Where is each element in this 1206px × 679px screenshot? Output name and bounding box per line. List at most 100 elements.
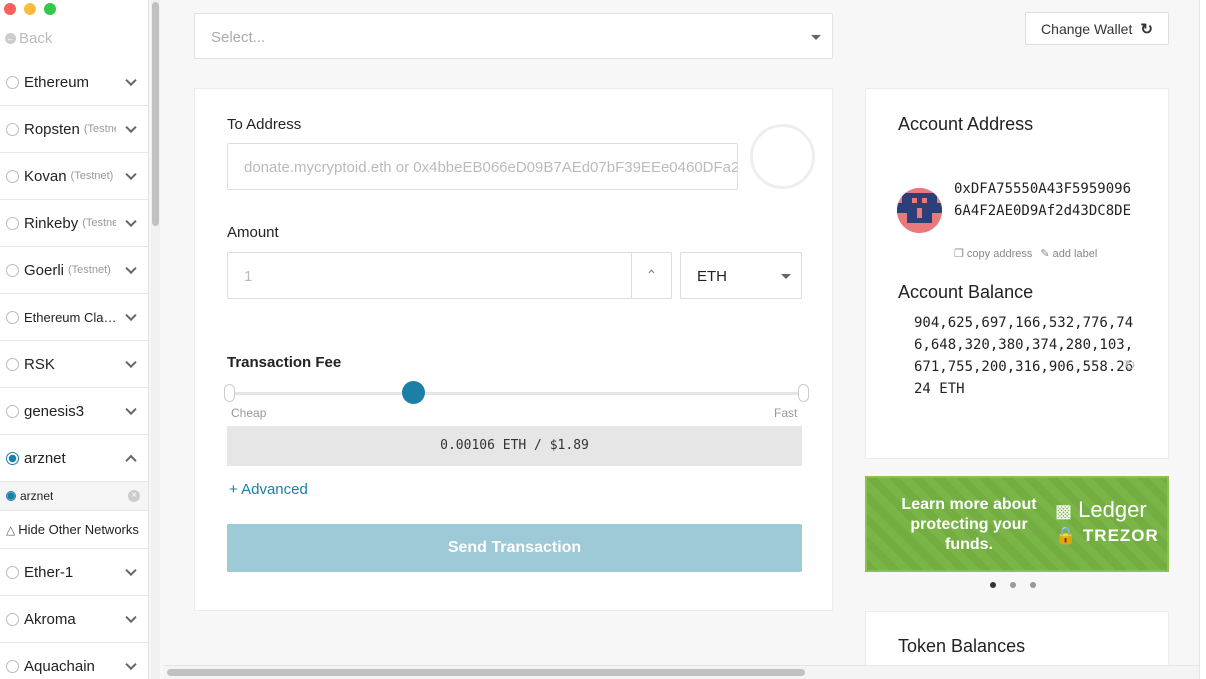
network-item-goerli[interactable]: Goerli (Testnet) [0, 247, 148, 294]
account-identicon [897, 188, 942, 233]
lock-icon: 🔒 [1055, 526, 1078, 545]
amount-placeholder: 1 [244, 268, 253, 285]
fee-slider-min-handle [224, 384, 235, 402]
network-item-rinkeby[interactable]: Rinkeby (Testnet) [0, 200, 148, 247]
network-item-ropsten[interactable]: Ropsten (Testnet) [0, 106, 148, 153]
network-radio[interactable] [6, 612, 19, 626]
chevron-down-icon[interactable] [125, 215, 137, 228]
minimize-window-button[interactable] [24, 3, 36, 15]
chevron-up-icon[interactable] [125, 454, 137, 467]
scrollbar-thumb[interactable] [152, 2, 159, 226]
send-transaction-button[interactable]: Send Transaction [227, 524, 802, 572]
refresh-balance-icon[interactable]: ↻ [1124, 357, 1136, 374]
network-radio[interactable] [6, 263, 19, 277]
network-radio[interactable] [6, 357, 19, 371]
send-everything-icon[interactable]: ⌃ [631, 253, 671, 298]
add-label-button[interactable]: ✎ add label [1040, 247, 1097, 260]
network-name: Goerli [24, 261, 65, 279]
network-item-rsk[interactable]: RSK [0, 341, 148, 388]
network-name: Ropsten [24, 120, 80, 138]
carousel-dot-3[interactable] [1030, 582, 1036, 588]
network-name: Akroma [24, 610, 76, 628]
back-label: Back [19, 30, 53, 47]
network-name: RSK [24, 355, 55, 373]
network-tag: (Testnet) [83, 123, 116, 135]
network-radio[interactable] [6, 659, 19, 673]
select-placeholder: Select... [211, 29, 266, 46]
network-item-akroma[interactable]: Akroma [0, 596, 148, 643]
network-name: genesis3 [24, 402, 85, 420]
node-radio-selected[interactable] [6, 491, 16, 501]
network-radio[interactable] [6, 216, 19, 230]
network-radio[interactable] [6, 310, 19, 324]
sidebar-scrollbar[interactable] [151, 0, 160, 679]
network-item-aquachain[interactable]: Aquachain [0, 643, 148, 679]
fee-slider-track[interactable] [235, 392, 805, 395]
chevron-down-icon[interactable] [125, 356, 137, 369]
network-name: Aquachain [24, 657, 95, 675]
address-actions: ❐ copy address ✎ add label [954, 247, 1097, 260]
copy-address-button[interactable]: ❐ copy address [954, 247, 1032, 260]
fee-slider-max-handle [798, 384, 809, 402]
hide-other-networks-button[interactable]: △ Hide Other Networks [0, 511, 148, 549]
recipient-identicon-placeholder [750, 124, 815, 189]
chevron-down-icon[interactable] [125, 611, 137, 624]
network-radio[interactable] [6, 122, 19, 136]
network-radio[interactable] [6, 565, 19, 579]
network-name: Ethereum Classic [24, 309, 121, 325]
account-address-title: Account Address [898, 114, 1034, 134]
account-address-value: 0xDFA75550A43F59590966A4F2AE0D9Af2d43DC8… [954, 181, 1132, 219]
fee-slider-knob[interactable] [402, 381, 425, 404]
network-radio[interactable] [6, 75, 19, 89]
carousel-dot-1[interactable] [990, 582, 996, 588]
network-tag: (Testnet) [70, 170, 114, 182]
chevron-down-icon[interactable] [125, 262, 137, 275]
node-item-arznet[interactable]: arznet × [0, 482, 148, 511]
scrollbar-thumb[interactable] [167, 669, 805, 676]
copy-address-label: copy address [966, 248, 1033, 260]
chevron-down-icon[interactable] [125, 658, 137, 671]
amount-input[interactable]: 1 ⌃ [227, 252, 672, 299]
chevron-down-icon[interactable] [125, 168, 137, 181]
wallet-select-dropdown[interactable]: Select... [194, 13, 833, 59]
window-controls [4, 3, 56, 15]
network-radio[interactable] [6, 169, 19, 183]
carousel-dot-2[interactable] [1010, 582, 1016, 588]
remove-node-icon[interactable]: × [128, 490, 140, 502]
network-item-kovan[interactable]: Kovan (Testnet) [0, 153, 148, 200]
account-info-panel: Account Address 0xDFA75550A43F59590966A4… [865, 88, 1169, 459]
chevron-down-icon[interactable] [125, 564, 137, 577]
promo-carousel-dots [990, 582, 1036, 588]
account-balance-value: 904,625,697,166,532,776,746,648,320,380,… [914, 315, 1134, 397]
to-address-label: To Address [227, 116, 302, 133]
network-tag: (Testnet) [82, 217, 116, 229]
network-item-arznet[interactable]: arznet [0, 435, 148, 482]
window-edge [1199, 0, 1206, 679]
chevron-down-icon[interactable] [125, 309, 137, 322]
horizontal-scrollbar[interactable] [163, 665, 1206, 679]
network-radio[interactable] [6, 404, 19, 418]
network-item-genesis3[interactable]: genesis3 [0, 388, 148, 435]
to-address-input[interactable]: donate.mycryptoid.eth or 0x4bbeEB066eD09… [227, 143, 738, 190]
maximize-window-button[interactable] [44, 3, 56, 15]
ledger-icon: ▩ [1055, 501, 1073, 521]
chevron-down-icon[interactable] [125, 403, 137, 416]
network-name: Ethereum [24, 73, 90, 91]
network-radio-selected[interactable] [6, 451, 19, 465]
chevron-down-icon[interactable] [125, 121, 137, 134]
network-item-ether-1[interactable]: Ether-1 [0, 549, 148, 596]
back-button[interactable]: ← Back [5, 30, 52, 47]
network-item-ethereum-classic[interactable]: Ethereum Classic [0, 294, 148, 341]
network-item-ethereum[interactable]: Ethereum [0, 59, 148, 106]
advanced-link[interactable]: + Advanced [229, 481, 308, 498]
network-list: Ethereum Ropsten (Testnet) Kovan (Testne… [0, 59, 148, 679]
hardware-wallet-promo[interactable]: Learn more about protecting your funds. … [865, 476, 1169, 572]
network-sidebar: ← Back Ethereum Ropsten (Testnet) Kovan … [0, 0, 149, 679]
flask-icon: △ [6, 522, 16, 537]
change-wallet-button[interactable]: Change Wallet ↻ [1025, 12, 1169, 45]
chevron-down-icon[interactable] [125, 74, 137, 87]
transaction-fee-label: Transaction Fee [227, 354, 342, 371]
close-window-button[interactable] [4, 3, 16, 15]
unit-select[interactable]: ETH [680, 252, 802, 299]
fee-amount-display: 0.00106 ETH / $1.89 [227, 426, 802, 466]
